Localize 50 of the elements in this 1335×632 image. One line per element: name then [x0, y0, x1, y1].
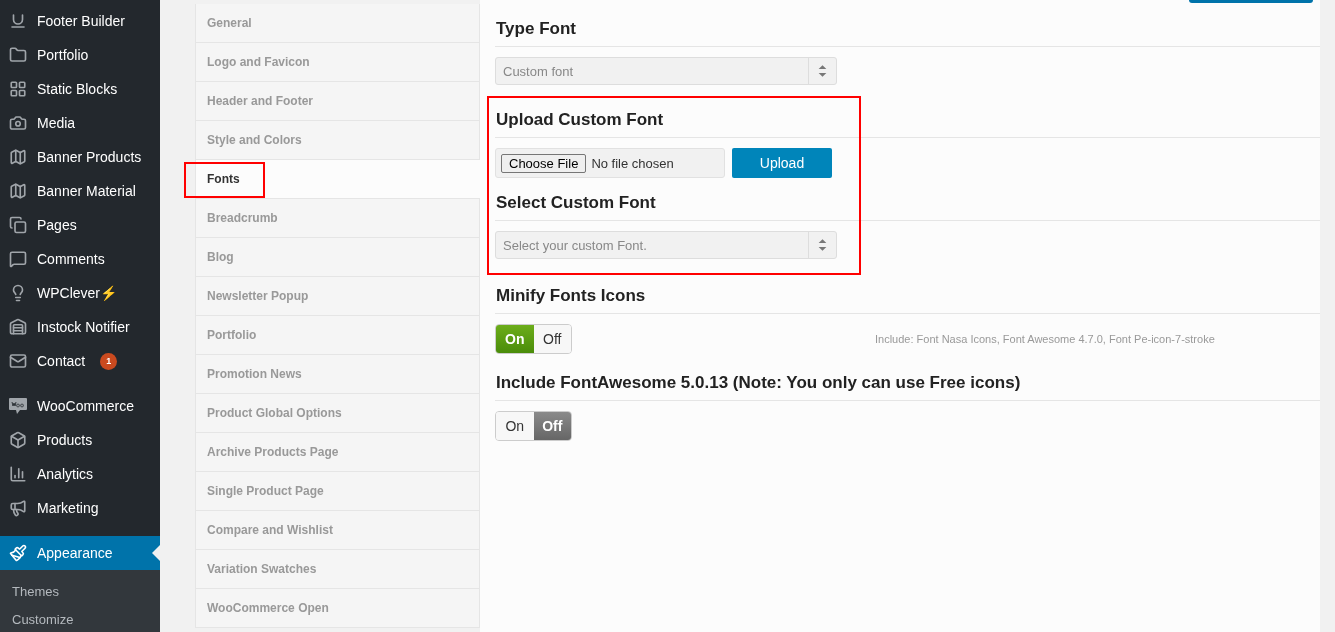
sidebar-item[interactable]: Pages	[0, 208, 160, 242]
envelope-icon	[9, 352, 27, 370]
map-icon	[9, 148, 27, 166]
submenu-item[interactable]: Customize	[0, 605, 160, 632]
pages-icon	[9, 216, 27, 234]
option-tab[interactable]: Fonts	[195, 160, 481, 199]
warehouse-icon	[9, 318, 27, 336]
speech-bubble-icon	[9, 250, 27, 268]
upload-button[interactable]: Upload	[732, 148, 832, 178]
woo-bubble-icon	[8, 397, 28, 415]
sidebar-item[interactable]: Analytics	[0, 457, 160, 491]
sidebar-item[interactable]: Marketing	[0, 491, 160, 525]
sidebar-item[interactable]: Banner Products	[0, 140, 160, 174]
paintbrush-icon	[9, 544, 27, 562]
file-status-text: No file chosen	[591, 155, 674, 171]
bar-chart-icon	[9, 465, 27, 483]
section-title: Type Font	[495, 3, 1320, 47]
sidebar-item[interactable]: Portfolio	[0, 38, 160, 72]
count-badge: 1	[100, 352, 118, 370]
camera-icon	[9, 114, 27, 132]
on-off-switch[interactable]: On Off	[495, 411, 572, 441]
sidebar-item[interactable]: Footer Builder	[0, 4, 160, 38]
blocks-icon	[9, 80, 27, 98]
sidebar-item[interactable]: WPClever⚡	[0, 276, 160, 310]
megaphone-icon	[9, 499, 27, 517]
sidebar-item[interactable]: Banner Material	[0, 174, 160, 208]
section-title: Upload Custom Font	[495, 85, 1320, 138]
sidebar-item[interactable]: Media	[0, 106, 160, 140]
folder-icon	[9, 46, 27, 64]
current-page-notch	[152, 545, 160, 561]
section-title: Include FontAwesome 5.0.13 (Note: You only can use Free icons)	[495, 354, 1320, 401]
select-field[interactable]: Custom font	[495, 57, 837, 85]
sidebar-item[interactable]: WooCommerce	[0, 389, 160, 423]
map-icon	[9, 182, 27, 200]
sidebar-item[interactable]: Static Blocks	[0, 72, 160, 106]
select-field[interactable]: Select your custom Font.	[495, 231, 837, 259]
choose-file-button[interactable]: Choose File	[501, 153, 587, 173]
file-input[interactable]: Choose File No file chosen	[495, 148, 725, 178]
sidebar-item[interactable]: Contact 1	[0, 344, 160, 378]
on-off-switch[interactable]: On Off	[495, 324, 572, 354]
sidebar-item[interactable]: Comments	[0, 242, 160, 276]
sidebar-item[interactable]: Instock Notifier	[0, 310, 160, 344]
submenu-item[interactable]: Themes	[0, 577, 160, 605]
box-icon	[9, 431, 27, 449]
sidebar-item[interactable]: Products	[0, 423, 160, 457]
sidebar-item[interactable]: Appearance	[0, 536, 160, 570]
section-title: Minify Fonts Icons	[495, 259, 1320, 314]
underline-icon	[9, 12, 27, 30]
section-title: Select Custom Font	[495, 178, 1320, 221]
note-text: Include: Font Nasa Icons, Font Awesome 4.7.0, Font Pe-icon-7-stroke	[875, 333, 1215, 345]
